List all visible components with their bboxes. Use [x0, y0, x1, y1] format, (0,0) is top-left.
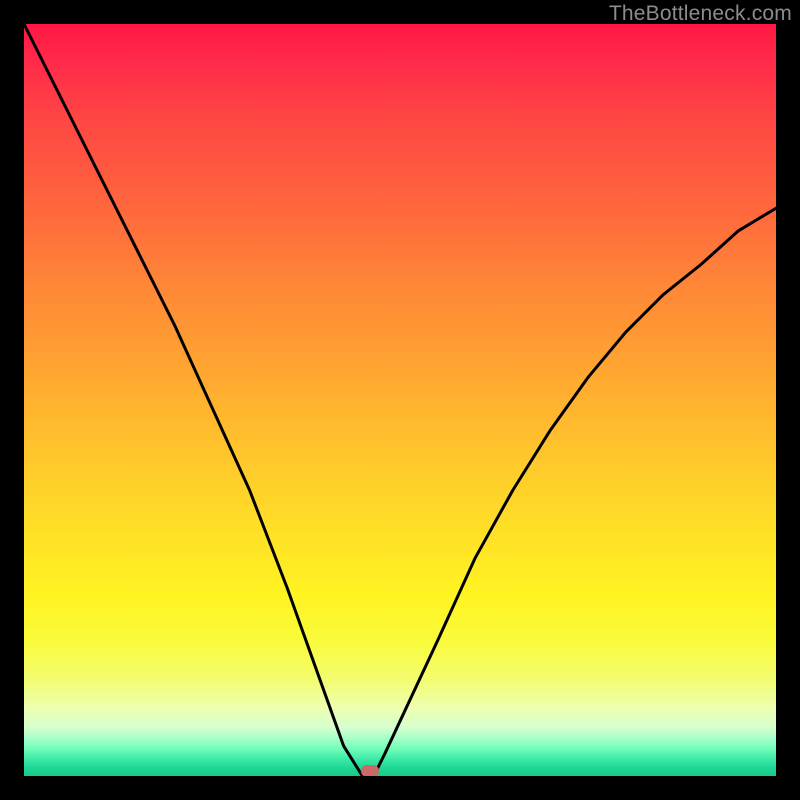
bottleneck-curve	[24, 24, 776, 776]
plot-area	[24, 24, 776, 776]
watermark-text: TheBottleneck.com	[609, 2, 792, 26]
chart-frame: TheBottleneck.com	[0, 0, 800, 800]
optimal-marker-icon	[361, 765, 379, 776]
